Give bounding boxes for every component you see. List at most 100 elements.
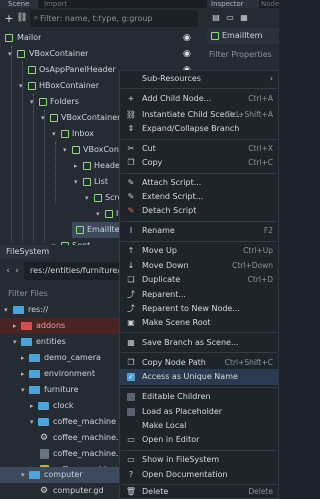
visibility-eye-icon[interactable]: ◉ <box>183 46 191 62</box>
fs-item-computer-gd[interactable]: ⚙ computer.gd <box>0 483 120 499</box>
script-gear-icon: ⚙ <box>40 486 49 496</box>
fs-item-coffee-machine[interactable]: ▾ coffee_machine <box>0 414 120 430</box>
open-folder-icon[interactable]: ▭ <box>225 12 235 22</box>
fs-item-coffee-machine-gd[interactable]: ⚙ coffee_machine.gd <box>0 430 120 446</box>
fs-item-label: furniture <box>44 385 79 394</box>
copy-icon: ❐ <box>127 158 135 167</box>
scene-file-icon <box>40 449 49 459</box>
expand-arrow-icon[interactable]: ▸ <box>13 318 17 334</box>
menu-item-label: Detach Script <box>142 206 197 215</box>
filter-files-input[interactable]: Filter Files <box>8 289 48 298</box>
collapse-arrow-icon[interactable]: ▾ <box>21 382 25 398</box>
collapse-arrow-icon[interactable]: ▾ <box>19 78 23 94</box>
help-icon: ? <box>128 470 134 479</box>
collapse-arrow-icon[interactable]: ▾ <box>63 142 67 158</box>
collapse-arrow-icon[interactable]: ▾ <box>85 190 89 206</box>
menu-item-copy[interactable]: ❐ Copy Ctrl+C <box>120 155 279 171</box>
collapse-arrow-icon[interactable]: ▾ <box>52 126 56 142</box>
menu-item-rename[interactable]: I Rename F2 <box>120 223 279 239</box>
fs-item-addons[interactable]: ▸ addons <box>0 318 120 334</box>
fs-item-clock[interactable]: ▸ clock <box>0 398 120 414</box>
menu-item-duplicate[interactable]: ❏ Duplicate Ctrl+D <box>120 272 279 288</box>
tree-row-scrollcontainer[interactable]: ▾ ScrollContai <box>0 190 153 206</box>
fs-item-label: coffee_machine <box>53 417 117 426</box>
menu-item-detach-script[interactable]: ✎ Detach Script <box>120 203 279 219</box>
menu-item-sub-resources[interactable]: Sub-Resources › <box>120 71 279 87</box>
script-remove-icon: ✎ <box>127 206 135 215</box>
vbox-icon <box>17 50 25 58</box>
collapse-arrow-icon[interactable]: ▾ <box>96 206 100 222</box>
menu-item-expand-collapse-branch[interactable]: ⇕ Expand/Collapse Branch <box>120 121 279 137</box>
submenu-arrow-icon: › <box>270 74 273 83</box>
menu-separator <box>121 139 277 140</box>
menu-item-move-up[interactable]: ↑ Move Up Ctrl+Up <box>120 243 279 259</box>
tab-node[interactable]: Node <box>259 0 279 8</box>
collapse-arrow-icon[interactable]: ▾ <box>30 414 34 430</box>
visibility-eye-icon[interactable]: ◉ <box>183 30 191 46</box>
collapse-arrow-icon[interactable]: ▾ <box>30 94 34 110</box>
checkbox-checked-icon[interactable]: ✓ <box>127 373 135 381</box>
collapse-arrow-icon[interactable]: ▾ <box>21 467 25 483</box>
menu-item-access-as-unique-name[interactable]: ✓ Access as Unique Name <box>120 369 279 385</box>
new-resource-icon[interactable]: ▤ <box>211 12 221 22</box>
collapse-arrow-icon[interactable]: ▾ <box>8 46 12 62</box>
tree-row-emailitem-selected[interactable]: EmailItem <box>72 222 119 238</box>
control-node-icon <box>83 162 91 170</box>
checkbox-icon[interactable] <box>127 393 135 401</box>
expand-arrow-icon[interactable]: ▸ <box>21 366 25 382</box>
tab-import[interactable]: Import <box>38 0 78 8</box>
fs-item-entities[interactable]: ▾ entities <box>0 334 120 350</box>
menu-item-label: Move Up <box>142 246 177 255</box>
add-node-icon[interactable]: + <box>4 12 14 25</box>
menu-item-add-child-node[interactable]: + Add Child Node... Ctrl+A <box>120 91 279 107</box>
control-node-icon <box>28 66 36 74</box>
reparent-icon: ⤴ <box>127 290 135 299</box>
menu-item-label: Open in Editor <box>142 435 200 444</box>
tree-row-itemcontainer[interactable]: ▾ ItemContai <box>0 206 120 222</box>
collapse-icon: ⇕ <box>127 124 135 133</box>
open-icon: ▭ <box>127 435 135 444</box>
tree-row-vboxcontainer[interactable]: ▾ VBoxContainer ◉ <box>0 46 207 62</box>
folder-icon <box>29 386 40 394</box>
checkbox-icon[interactable] <box>127 408 135 416</box>
menu-item-make-scene-root[interactable]: ▣ Make Scene Root <box>120 315 279 331</box>
forward-arrow-icon[interactable]: › <box>13 266 21 276</box>
menu-item-label: Expand/Collapse Branch <box>142 124 240 133</box>
link-icon[interactable]: ⛓ <box>16 12 27 24</box>
tab-inspector[interactable]: Inspector <box>207 0 259 8</box>
menu-item-editable-children[interactable]: Editable Children <box>120 389 279 405</box>
fs-item-coffee-machine-tscn[interactable]: coffee_machine.tscn <box>0 446 120 462</box>
menu-item-show-in-filesystem[interactable]: ▭ Show in FileSystem <box>120 452 279 468</box>
control-node-icon <box>5 34 13 42</box>
collapse-arrow-icon[interactable]: ▾ <box>41 110 45 126</box>
menu-item-delete[interactable]: 🗑 Delete Delete <box>120 485 279 499</box>
menu-item-shortcut: Delete <box>248 487 273 496</box>
expand-arrow-icon[interactable]: ▸ <box>74 158 78 174</box>
tab-filesystem[interactable]: FileSystem <box>0 245 50 259</box>
menu-item-open-in-editor[interactable]: ▭ Open in Editor <box>120 432 279 448</box>
filter-properties-input[interactable]: Filter Properties <box>209 48 272 62</box>
collapse-arrow-icon[interactable]: ▾ <box>4 302 8 318</box>
tree-row-label: Mailor <box>17 33 42 42</box>
expand-arrow-icon[interactable]: ▸ <box>21 350 25 366</box>
tree-row-mailor[interactable]: Mailor ◉ <box>0 30 207 46</box>
save-icon[interactable]: ▦ <box>239 12 249 22</box>
tab-scene[interactable]: Scene <box>0 0 38 8</box>
fs-item-demo-camera[interactable]: ▸ demo_camera <box>0 350 120 366</box>
folder-icon <box>29 370 40 378</box>
collapse-arrow-icon[interactable]: ▾ <box>13 334 17 350</box>
tree-row-label: VBoxContainer <box>29 49 89 58</box>
expand-arrow-icon[interactable]: ▸ <box>30 398 34 414</box>
folder-icon <box>38 402 49 410</box>
menu-item-label: Rename <box>142 226 175 235</box>
fs-item-computer-selected[interactable]: ▾ computer <box>0 467 120 483</box>
collapse-arrow-icon[interactable]: ▾ <box>74 174 78 190</box>
filesystem-path-field[interactable]: res://entities/furniture/cor <box>24 262 124 280</box>
fs-item-environment[interactable]: ▸ environment <box>0 366 120 382</box>
fs-item-res[interactable]: ▾ res:// <box>0 302 120 318</box>
fs-item-furniture[interactable]: ▾ furniture <box>0 382 120 398</box>
back-arrow-icon[interactable]: ‹ <box>4 266 12 276</box>
menu-item-save-branch-as-scene[interactable]: ▦ Save Branch as Scene... <box>120 335 279 351</box>
menu-item-open-documentation[interactable]: ? Open Documentation <box>120 467 279 483</box>
tree-row-label: VBoxContainer <box>61 113 121 122</box>
